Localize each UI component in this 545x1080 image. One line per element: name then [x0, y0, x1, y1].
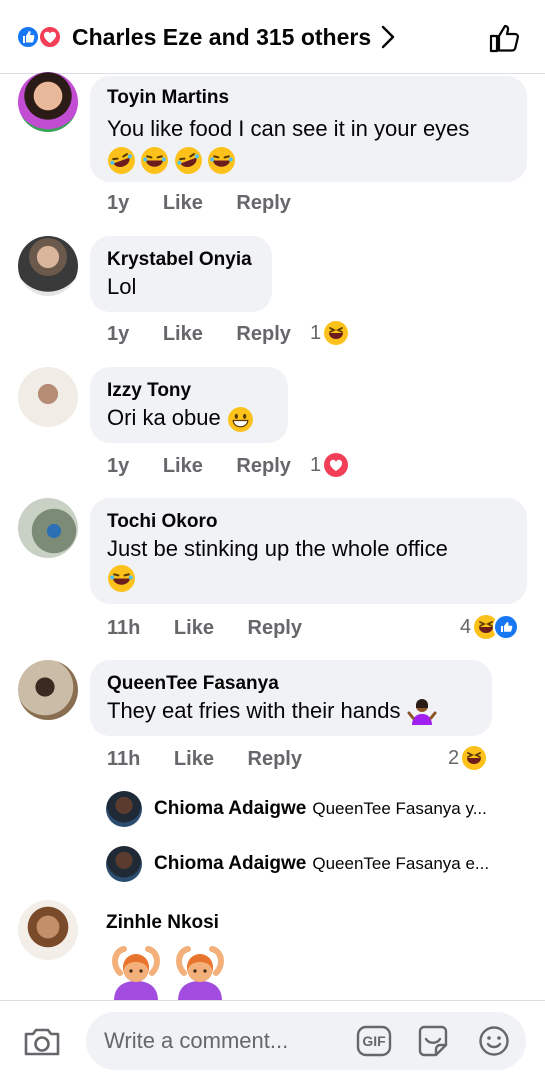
reaction-icons — [16, 25, 66, 49]
like-button[interactable]: Like — [163, 192, 203, 214]
reply-text: QueenTee Fasanya e... — [312, 854, 490, 873]
comment-time: 1y — [107, 192, 130, 214]
emoji-row — [106, 943, 230, 1003]
comment-bubble: QueenTee Fasanya They eat fries with the… — [90, 660, 492, 736]
reactions-header[interactable]: Charles Eze and 315 others — [0, 0, 545, 74]
comment-content: Zinhle Nkosi — [106, 911, 230, 1003]
joy-emoji-icon — [108, 565, 135, 592]
reactions-summary-title[interactable]: Charles Eze and 315 others — [72, 22, 371, 52]
reaction-count[interactable]: 1 — [310, 452, 349, 478]
sticker-icon[interactable] — [416, 1025, 450, 1062]
comment-actions: 11h Like Reply — [107, 617, 330, 640]
comment-bubble: Krystabel Onyia Lol — [90, 236, 272, 312]
emoji-icon[interactable] — [478, 1025, 510, 1062]
like-reaction-icon — [16, 25, 40, 49]
reply-button[interactable]: Reply — [236, 192, 290, 214]
reply-preview[interactable]: Chioma Adaigwe QueenTee Fasanya y... — [106, 789, 487, 829]
comment-author[interactable]: Krystabel Onyia — [107, 248, 255, 272]
joy-emoji-icon — [208, 147, 236, 174]
avatar[interactable] — [106, 791, 142, 827]
comment-time: 11h — [107, 617, 141, 639]
avatar[interactable] — [18, 367, 78, 427]
comment-author[interactable]: Toyin Martins — [107, 86, 510, 110]
comment-bubble: Toyin Martins You like food I can see it… — [90, 76, 527, 182]
gif-label: GIF — [362, 1033, 386, 1049]
reply-button[interactable]: Reply — [236, 455, 290, 477]
comment-bubble: Izzy Tony Ori ka obue — [90, 367, 288, 443]
reply-button[interactable]: Reply — [248, 617, 302, 639]
comment-input[interactable] — [104, 1025, 334, 1057]
joy-emoji-icon — [141, 147, 169, 174]
reaction-count[interactable]: 1 — [310, 320, 349, 346]
avatar[interactable] — [18, 72, 78, 132]
love-reaction-icon — [38, 25, 62, 49]
reaction-count[interactable]: 4 — [460, 614, 520, 640]
reply-author[interactable]: Chioma Adaigwe — [154, 853, 306, 875]
comment-text: Lol — [107, 274, 137, 299]
like-reaction-icon — [493, 614, 520, 640]
reaction-count[interactable]: 2 — [448, 745, 487, 771]
reply-preview[interactable]: Chioma Adaigwe QueenTee Fasanya e... — [106, 844, 489, 884]
avatar[interactable] — [18, 236, 78, 296]
like-button[interactable]: Like — [174, 748, 214, 770]
avatar[interactable] — [18, 900, 78, 960]
comment-text: You like food I can see it in your eyes — [107, 116, 470, 141]
avatar[interactable] — [18, 660, 78, 720]
like-button[interactable]: Like — [163, 323, 203, 345]
comment-actions: 1y Like Reply — [107, 455, 319, 478]
camera-icon[interactable] — [22, 1025, 62, 1064]
comment-actions: 1y Like Reply — [107, 323, 319, 346]
emoji-row — [107, 564, 510, 594]
comment-text: Just be stinking up the whole office — [107, 536, 448, 561]
chevron-right-icon[interactable] — [378, 24, 398, 55]
avatar[interactable] — [18, 498, 78, 558]
love-reaction-icon — [324, 453, 349, 477]
rofl-emoji-icon — [108, 147, 135, 174]
grinning-emoji-icon — [227, 406, 253, 432]
comment-time: 11h — [107, 748, 141, 770]
comment-time: 1y — [107, 323, 130, 345]
like-button[interactable]: Like — [163, 455, 203, 477]
comment-author[interactable]: QueenTee Fasanya — [107, 672, 475, 696]
avatar[interactable] — [106, 846, 142, 882]
reply-text: QueenTee Fasanya y... — [312, 799, 487, 818]
thumbs-up-icon[interactable] — [488, 22, 522, 59]
comment-input-wrapper: GIF — [86, 1012, 526, 1070]
comment-text: They eat fries with their hands — [107, 696, 475, 727]
gif-button[interactable]: GIF — [356, 1025, 392, 1062]
like-button[interactable]: Like — [174, 617, 214, 639]
haha-reaction-icon — [462, 746, 487, 770]
person-gesturing-ok-emoji-icon — [112, 946, 160, 1001]
comment-author[interactable]: Tochi Okoro — [107, 510, 510, 534]
comment-time: 1y — [107, 455, 130, 477]
reply-button[interactable]: Reply — [248, 748, 302, 770]
comment-actions: 11h Like Reply — [107, 748, 330, 771]
woman-shrugging-emoji-icon — [407, 699, 437, 726]
comment-actions: 1y Like Reply — [107, 192, 319, 215]
reply-author[interactable]: Chioma Adaigwe — [154, 798, 306, 820]
comment-author[interactable]: Izzy Tony — [107, 379, 271, 403]
person-gesturing-ok-emoji-icon — [176, 946, 224, 1001]
comment-bubble: Tochi Okoro Just be stinking up the whol… — [90, 498, 527, 604]
haha-reaction-icon — [324, 321, 349, 345]
comment-composer: GIF — [0, 1000, 545, 1080]
rofl-emoji-icon — [174, 147, 202, 174]
reply-button[interactable]: Reply — [236, 323, 290, 345]
emoji-row — [107, 146, 510, 176]
comment-author[interactable]: Zinhle Nkosi — [106, 911, 230, 935]
comment-text: Ori ka obue — [107, 403, 271, 433]
